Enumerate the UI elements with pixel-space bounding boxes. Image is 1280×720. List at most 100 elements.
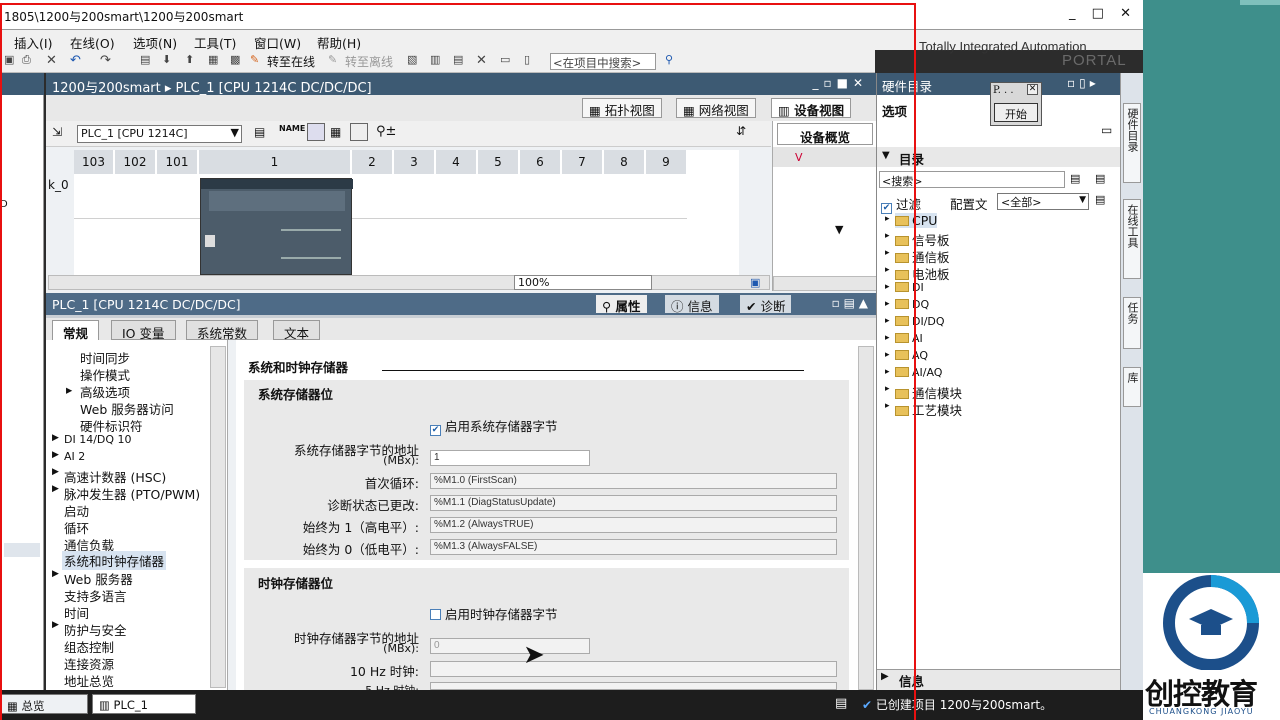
delete-icon[interactable]: ✕ [46,53,57,69]
slot-7[interactable]: 7 [562,150,603,174]
tab-general[interactable]: 常规 [52,320,100,341]
sidetab-libraries[interactable]: 库 [1123,367,1141,407]
slot-1[interactable]: 1 [199,150,351,174]
sidetab-online-tools[interactable]: 在线工具 [1123,199,1141,279]
navigator-scroll-area[interactable] [4,543,40,557]
device-icon[interactable]: ⇲ [52,125,62,139]
catalog-search-input[interactable]: <搜索> [879,171,1065,188]
expand-icon[interactable]: ▸ [885,367,890,377]
overview-toggle-icon[interactable]: ⇵ [736,124,746,138]
profile-select[interactable]: <全部> ▼ [997,193,1089,210]
name-icon[interactable]: NAME [279,124,305,133]
split-horizontal-icon[interactable]: ▭ [500,53,510,69]
expand-icon[interactable]: ▸ [885,299,890,309]
plc-module[interactable] [200,178,353,275]
go-online-icon[interactable]: ✎ [250,53,259,69]
zoom-icon[interactable]: ⚲± [376,124,396,139]
expand-icon[interactable]: ▸ [885,384,890,394]
expand-icon[interactable]: ▸ [885,248,890,258]
catalog-item-di[interactable]: DI [895,281,924,294]
tree-item-ai[interactable]: AI 2 [64,450,85,463]
content-scrollbar[interactable] [858,346,874,690]
go-online-button[interactable]: 转至在线 [267,53,315,69]
catalog-item-di-dq[interactable]: DI/DQ [895,315,945,328]
slot-9[interactable]: 9 [646,150,687,174]
status-list-icon[interactable]: ▤ [835,696,847,711]
stop-icon[interactable]: ✕ [476,53,487,69]
tree-item-di-dq[interactable]: DI 14/DQ 10 [64,433,132,446]
catalog-item-cpu[interactable]: CPU [895,213,938,228]
expand-icon[interactable]: ▸ [885,214,890,224]
expand-icon[interactable]: ▸ [885,401,890,411]
slot-6[interactable]: 6 [520,150,561,174]
print-icon[interactable]: ⎙ [22,53,31,69]
clock-address-input[interactable]: 0 [430,638,590,654]
network-config-icon[interactable]: ▤ [254,125,265,139]
sidetab-tasks[interactable]: 任务 [1123,297,1141,349]
catalog-item-ai-aq[interactable]: AI/AQ [895,366,942,379]
zoom-select[interactable]: 100% [514,275,652,290]
catalog-refresh-icon[interactable]: ▤ [1095,193,1105,206]
simulate-icon[interactable]: ▦ [208,53,218,69]
options-toggle-icon[interactable]: ▭ [1101,123,1112,137]
tab-device-view[interactable]: ▥ 设备视图 [771,98,852,118]
table-icon[interactable] [350,123,368,141]
grid-icon[interactable]: ▦ [330,125,341,139]
upload-icon[interactable]: ⬆ [185,53,194,69]
compile-icon[interactable]: ▤ [140,53,150,69]
undo-icon[interactable]: ↶ [70,53,81,69]
expand-icon[interactable]: ▸ [885,282,890,292]
catalog-item-ai[interactable]: AI [895,332,923,345]
catalog-item-tech-module[interactable]: 工艺模块 [895,400,962,419]
accessible-devices-icon[interactable]: ▧ [407,53,417,69]
slot-2[interactable]: 2 [352,150,393,174]
redo-icon[interactable]: ↷ [100,53,111,69]
close-icon[interactable]: ✕ [1027,84,1038,95]
tab-texts[interactable]: 文本 [273,320,321,341]
slot-3[interactable]: 3 [394,150,435,174]
slot-101[interactable]: 101 [157,150,198,174]
search-project-icon[interactable]: ⚲ [665,53,673,69]
save-icon[interactable]: ▣ [4,53,14,69]
download-icon[interactable]: ⬇ [162,53,171,69]
expand-icon[interactable]: ▸ [66,382,72,397]
monitor-icon[interactable]: ▤ [453,53,463,69]
rack-horizontal-scrollbar[interactable] [48,275,770,290]
tab-io-tags[interactable]: IO 变量 [111,320,176,341]
project-search-input[interactable]: <在项目中搜索> [550,53,656,70]
chevron-down-icon[interactable]: ▼ [882,150,890,161]
enable-clock-memory-checkbox[interactable]: 启用时钟存储器字节 [430,604,558,623]
device-select[interactable]: PLC_1 [CPU 1214C] ▼ [77,125,242,143]
catalog-item-aq[interactable]: AQ [895,349,928,362]
slot-102[interactable]: 102 [115,150,156,174]
go-offline-button[interactable]: 转至离线 [345,53,393,69]
expand-icon[interactable]: ▶ [52,433,59,443]
pointer-tool-icon[interactable] [307,123,325,141]
expand-icon[interactable]: ▶ [881,671,889,682]
start-button[interactable]: 开始 [994,103,1038,122]
expand-icon[interactable]: ▶ [52,620,59,630]
slot-8[interactable]: 8 [604,150,645,174]
expand-icon[interactable]: ▶ [52,467,59,477]
enable-system-memory-checkbox[interactable]: ✔ 启用系统存储器字节 [430,416,558,436]
system-address-input[interactable]: 1 [430,450,590,466]
tree-item-address-overview[interactable]: 地址总览 [64,671,114,690]
split-vertical-icon[interactable]: ▯ [524,53,530,69]
editor-window-controls[interactable]: _▫■✕ [812,76,868,90]
window-controls[interactable]: _ □ ✕ [1069,6,1137,21]
tab-system-constants[interactable]: 系统常数 [186,320,259,341]
tree-scrollbar[interactable] [210,346,226,688]
overview-scrollbar[interactable] [773,276,877,291]
zoom-fit-icon[interactable]: ▣ [750,276,760,289]
search-down-icon[interactable]: ▤ [1070,172,1080,185]
portal-view-button[interactable]: ▦ 总览 [0,694,88,714]
expand-icon[interactable]: ▶ [52,484,59,494]
search-up-icon[interactable]: ▤ [1095,172,1105,185]
slot-4[interactable]: 4 [436,150,477,174]
device-overview-tab[interactable]: 设备概览 [777,123,873,145]
start-sim-icon[interactable]: ▩ [230,53,240,69]
catalog-window-controls[interactable]: ▫▯▸ [1067,76,1100,90]
expand-icon[interactable]: ▸ [885,231,890,241]
go-offline-icon[interactable]: ✎ [328,53,337,69]
catalog-item-dq[interactable]: DQ [895,298,929,311]
